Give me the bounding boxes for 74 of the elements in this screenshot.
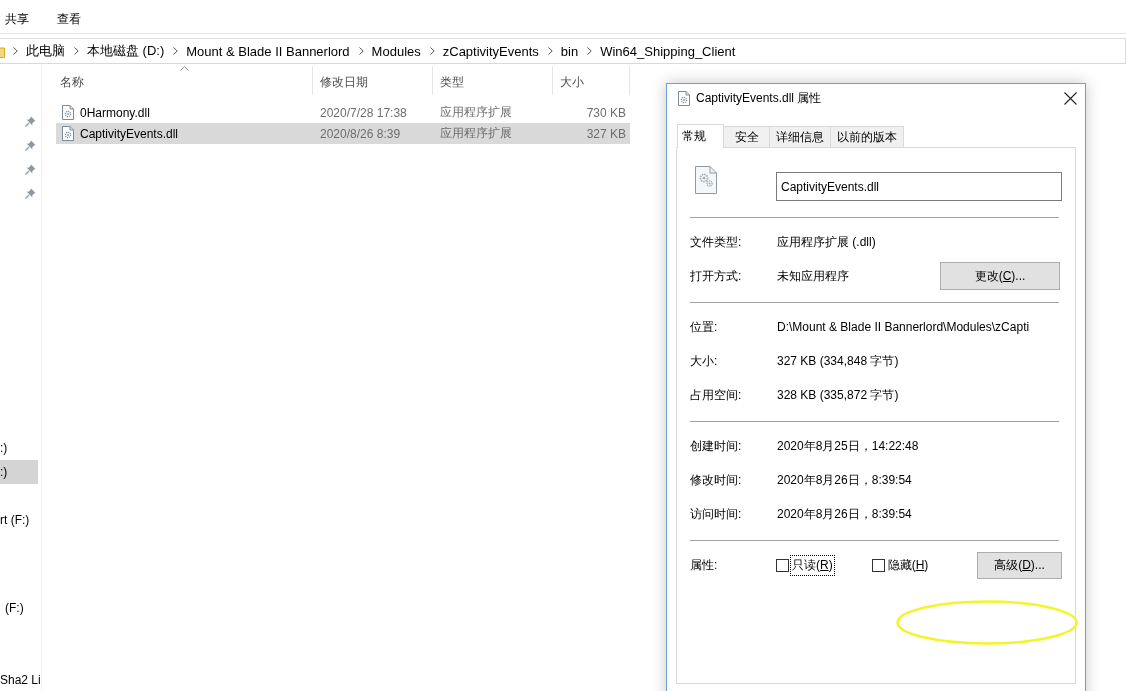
checkbox-label[interactable]: 只读(R) bbox=[791, 555, 834, 575]
column-header[interactable]: 大小 bbox=[553, 66, 630, 95]
gear-document-icon bbox=[695, 166, 717, 194]
pin-icon[interactable] bbox=[25, 163, 36, 175]
checkbox[interactable] bbox=[871, 558, 885, 572]
nav-item[interactable]: :) bbox=[0, 436, 38, 460]
pin-icon[interactable] bbox=[25, 115, 36, 127]
file-size: 327 KB bbox=[586, 126, 626, 141]
tab[interactable]: 常规 bbox=[677, 124, 724, 148]
file-type: 应用程序扩展 bbox=[440, 125, 512, 142]
field-label: 创建时间: bbox=[690, 437, 743, 455]
field-label: 位置: bbox=[690, 318, 719, 336]
checkbox-label[interactable]: 隐藏(H) bbox=[886, 555, 930, 575]
gear-document-icon bbox=[62, 105, 74, 120]
field-value: 2020年8月26日，8:39:54 bbox=[777, 471, 913, 489]
chevron-icon[interactable] bbox=[74, 47, 79, 55]
tab[interactable]: 安全 bbox=[723, 126, 770, 147]
chevron-icon[interactable] bbox=[13, 47, 18, 55]
field-label: 访问时间: bbox=[690, 505, 743, 523]
file-row[interactable]: CaptivityEvents.dll 2020/8/26 8:39 应用程序扩展 327 KB bbox=[56, 123, 630, 144]
field-label: 修改时间: bbox=[690, 471, 743, 489]
breadcrumb-item[interactable]: zCaptivityEvents bbox=[441, 43, 540, 59]
breadcrumb-item[interactable]: Mount & Blade II Bannerlord bbox=[185, 43, 351, 59]
checkbox[interactable] bbox=[776, 558, 789, 572]
pin-icon[interactable] bbox=[25, 187, 36, 199]
chevron-icon[interactable] bbox=[429, 47, 435, 55]
chevron-icon[interactable] bbox=[547, 47, 553, 55]
field-value: 2020年8月25日，14:22:48 bbox=[777, 437, 920, 455]
file-size: 730 KB bbox=[586, 105, 626, 120]
field-label: 打开方式: bbox=[690, 267, 743, 285]
file-name: 0Harmony.dll bbox=[80, 105, 150, 120]
ribbon-tab[interactable]: 查看 bbox=[57, 11, 81, 28]
field-value: D:\Mount & Blade II Bannerlord\Modules\zCapti bbox=[777, 320, 1031, 334]
field-value: 未知应用程序 bbox=[777, 267, 850, 285]
field-value: 328 KB (335,872 字节) bbox=[777, 386, 900, 404]
pin-icon[interactable] bbox=[25, 139, 36, 151]
breadcrumb-item[interactable]: Modules bbox=[370, 43, 422, 59]
field-value: 327 KB (334,848 字节) bbox=[777, 352, 900, 370]
file-type: 应用程序扩展 bbox=[440, 104, 512, 121]
file-row[interactable]: 0Harmony.dll 2020/7/28 17:38 应用程序扩展 730 KB bbox=[56, 102, 630, 123]
field-label: 占用空间: bbox=[690, 386, 743, 404]
nav-item[interactable]: Sha2 Li bbox=[0, 668, 38, 691]
breadcrumb-item[interactable]: 本地磁盘 (D:) bbox=[86, 42, 166, 60]
breadcrumb-item[interactable]: 此电脑 bbox=[25, 42, 66, 60]
nav-item[interactable]: :) bbox=[0, 460, 38, 484]
breadcrumb-item[interactable]: Win64_Shipping_Client bbox=[599, 43, 737, 59]
field-value: 2020年8月26日，8:39:54 bbox=[777, 505, 913, 523]
close-icon[interactable] bbox=[1064, 92, 1077, 105]
field-label: 大小: bbox=[690, 352, 719, 370]
chevron-icon[interactable] bbox=[587, 47, 593, 55]
modified-date: 2020/8/26 8:39 bbox=[320, 126, 401, 141]
change-button[interactable]: 更改(C)... bbox=[940, 262, 1060, 290]
nav-item[interactable]: (F:) bbox=[0, 596, 38, 620]
file-name-field[interactable]: CaptivityEvents.dll bbox=[776, 172, 1062, 201]
column-header[interactable]: 类型 bbox=[433, 66, 553, 95]
modified-date: 2020/7/28 17:38 bbox=[320, 105, 407, 120]
chevron-icon[interactable] bbox=[173, 47, 179, 55]
chevron-icon[interactable] bbox=[358, 47, 364, 55]
field-value: 应用程序扩展 (.dll) bbox=[777, 233, 877, 251]
tab[interactable]: 以前的版本 bbox=[830, 126, 904, 147]
file-name: CaptivityEvents.dll bbox=[80, 126, 179, 141]
field-label: 属性: bbox=[690, 556, 719, 574]
field-label: 文件类型: bbox=[690, 233, 743, 251]
breadcrumb-item[interactable]: bin bbox=[559, 43, 580, 59]
window-title: CaptivityEvents.dll 属性 bbox=[696, 90, 822, 107]
gear-document-icon bbox=[678, 91, 690, 106]
tab[interactable]: 详细信息 bbox=[769, 126, 831, 147]
column-header[interactable]: 修改日期 bbox=[313, 66, 433, 95]
column-header[interactable]: 名称 bbox=[56, 66, 313, 95]
ribbon-tab[interactable]: 共享 bbox=[5, 11, 29, 28]
gear-document-icon bbox=[62, 126, 74, 141]
nav-item[interactable]: rt (F:) bbox=[0, 508, 38, 532]
advanced-button[interactable]: 高级(D)... bbox=[977, 551, 1062, 579]
address-bar[interactable]: 此电脑 本地磁盘 (D:) Mount & Blade II Bannerlord Modules zCaptivityEvents bin Win64_Shipping_Client bbox=[0, 38, 1126, 64]
